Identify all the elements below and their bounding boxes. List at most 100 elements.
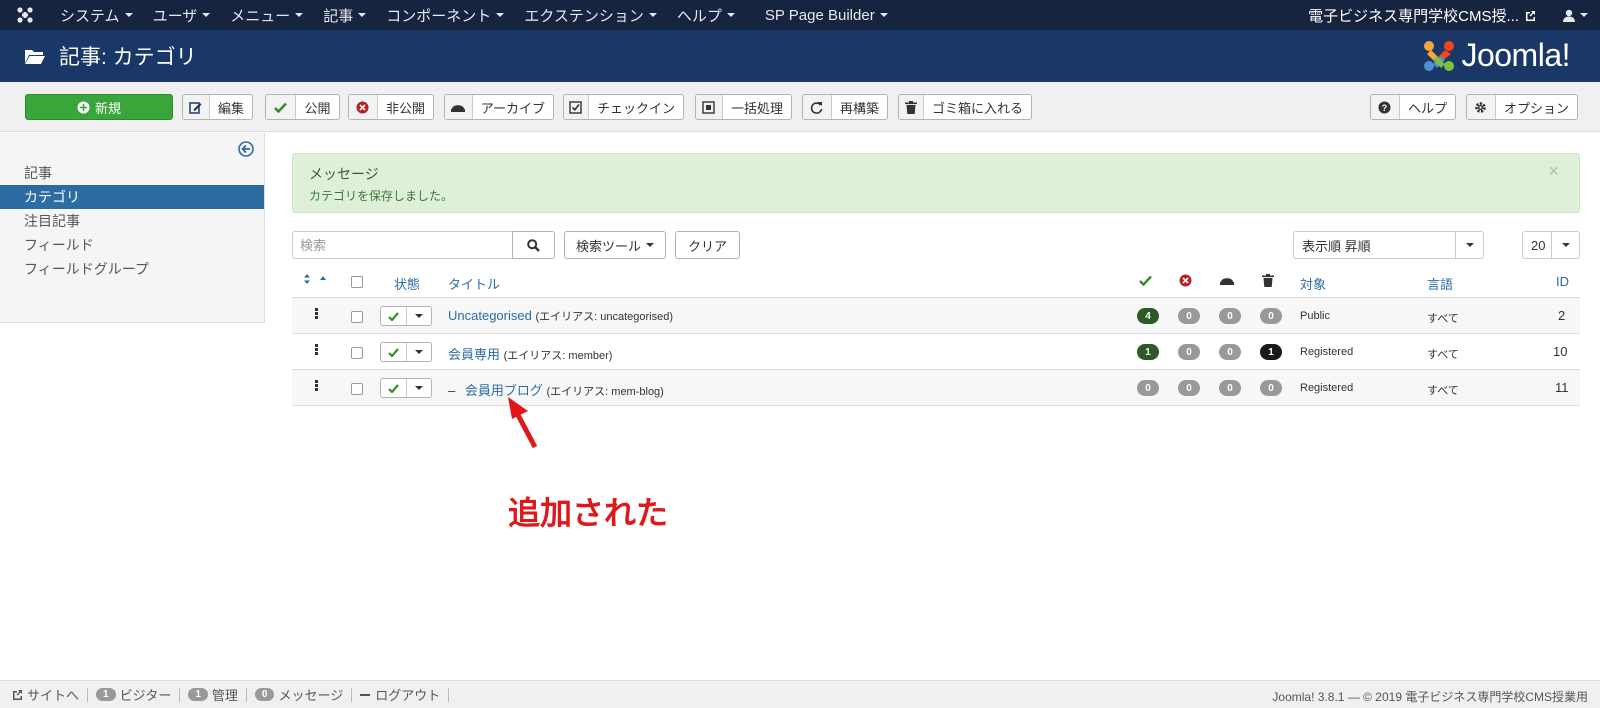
th-access[interactable]: 対象 xyxy=(1300,274,1326,293)
check-icon[interactable] xyxy=(381,343,407,361)
trashed-count-badge[interactable]: 0 xyxy=(1260,308,1282,324)
search-input[interactable] xyxy=(292,231,513,259)
table-row: 会員専用 (エイリアス: member) 1 0 0 1 Registered … xyxy=(292,334,1580,370)
status-toggle[interactable] xyxy=(380,306,432,326)
th-language[interactable]: 言語 xyxy=(1427,274,1453,293)
site-link[interactable]: 電子ビジネス専門学校CMS授... xyxy=(1308,5,1550,26)
unpublished-count-badge[interactable]: 0 xyxy=(1178,380,1200,396)
chevron-down-icon[interactable] xyxy=(407,379,431,397)
visitors-link[interactable]: 1 ビジター xyxy=(88,687,181,703)
chevron-down-icon xyxy=(202,13,211,17)
menu-system[interactable]: システム xyxy=(50,0,143,30)
help-button[interactable]: ? ヘルプ xyxy=(1370,94,1456,120)
drag-handle-icon[interactable] xyxy=(315,344,319,356)
edit-button[interactable]: 編集 xyxy=(182,94,253,120)
sidebar-toggle[interactable] xyxy=(238,141,254,160)
th-title[interactable]: タイトル xyxy=(448,274,500,293)
drag-handle-icon[interactable] xyxy=(315,308,319,320)
menu-help[interactable]: ヘルプ xyxy=(667,0,745,30)
th-trashed-icon[interactable] xyxy=(1262,274,1274,290)
svg-text:?: ? xyxy=(1382,103,1388,113)
menu-components-label: コンポーネント xyxy=(386,7,492,25)
search-tools-button[interactable]: 検索ツール xyxy=(564,231,666,259)
sidebar-item-featured[interactable]: 注目記事 xyxy=(0,209,264,233)
message-heading: メッセージ xyxy=(309,166,379,182)
menu-sp-page-builder-label: SP Page Builder xyxy=(764,6,875,24)
checkin-button[interactable]: チェックイン xyxy=(563,94,684,120)
chevron-down-icon xyxy=(879,13,888,17)
search-button[interactable] xyxy=(512,231,555,259)
sidebar-item-articles[interactable]: 記事 xyxy=(0,161,264,185)
ordering-select[interactable]: 表示順 昇順 xyxy=(1293,231,1484,259)
close-icon[interactable]: × xyxy=(1548,161,1559,182)
archive-button[interactable]: アーカイブ xyxy=(444,94,554,120)
joomla-logo-icon[interactable] xyxy=(0,0,50,30)
sort-ordering-icon[interactable] xyxy=(303,273,329,288)
sidebar-item-field-groups[interactable]: フィールドグループ xyxy=(0,257,264,281)
published-count-badge[interactable]: 1 xyxy=(1137,344,1159,360)
drag-handle-icon[interactable] xyxy=(315,380,319,392)
menu-content-label: 記事 xyxy=(323,7,354,25)
menu-menus[interactable]: メニュー xyxy=(220,0,313,30)
view-site-link[interactable]: サイトへ xyxy=(0,687,89,703)
chevron-down-icon xyxy=(646,243,654,247)
row-checkbox[interactable] xyxy=(351,347,363,359)
th-published-icon[interactable] xyxy=(1139,274,1152,289)
chevron-down-icon[interactable] xyxy=(407,307,431,325)
messages-count-badge: 0 xyxy=(254,688,275,701)
logout-link[interactable]: ログアウト xyxy=(352,687,450,703)
sidebar-item-fields[interactable]: フィールド xyxy=(0,233,264,257)
status-toggle[interactable] xyxy=(380,378,432,398)
check-icon[interactable] xyxy=(381,307,407,325)
unpublished-count-badge[interactable]: 0 xyxy=(1178,344,1200,360)
menu-users[interactable]: ユーザ xyxy=(143,0,221,30)
logout-label: ログアウト xyxy=(375,688,441,703)
messages-link[interactable]: 0 メッセージ xyxy=(247,687,353,703)
published-count-badge[interactable]: 0 xyxy=(1137,380,1159,396)
archived-count-badge[interactable]: 0 xyxy=(1219,380,1241,396)
publish-button[interactable]: 公開 xyxy=(265,94,340,120)
menu-content[interactable]: 記事 xyxy=(313,0,376,30)
unpublish-button[interactable]: 非公開 xyxy=(348,94,434,120)
chevron-down-icon[interactable] xyxy=(407,343,431,361)
success-message: メッセージ カテゴリを保存しました。 × xyxy=(292,153,1580,213)
sidebar-item-categories[interactable]: カテゴリ xyxy=(0,185,264,209)
limit-select[interactable]: 20 xyxy=(1522,231,1580,259)
language: すべて xyxy=(1427,385,1459,397)
th-status[interactable]: 状態 xyxy=(394,274,420,293)
category-title-link[interactable]: Uncategorised xyxy=(448,308,532,323)
published-count-badge[interactable]: 4 xyxy=(1137,308,1159,324)
menu-extensions[interactable]: エクステンション xyxy=(514,0,667,30)
category-title-link[interactable]: 会員専用 xyxy=(448,347,500,362)
ordering-value: 表示順 昇順 xyxy=(1302,238,1371,254)
options-button[interactable]: オプション xyxy=(1466,94,1578,120)
status-toggle[interactable] xyxy=(380,342,432,362)
select-all-checkbox[interactable] xyxy=(351,276,363,288)
trashed-count-badge[interactable]: 0 xyxy=(1260,380,1282,396)
table-header: 状態 タイトル 対象 言語 ID xyxy=(292,265,1580,298)
th-id[interactable]: ID xyxy=(1556,274,1569,289)
menu-components[interactable]: コンポーネント xyxy=(376,0,514,30)
trashed-count-badge[interactable]: 1 xyxy=(1260,344,1282,360)
row-checkbox[interactable] xyxy=(351,383,363,395)
chevron-down-icon xyxy=(295,13,304,17)
new-button[interactable]: 新規 xyxy=(25,94,173,120)
user-menu[interactable] xyxy=(1550,9,1600,22)
unpublished-count-badge[interactable]: 0 xyxy=(1178,308,1200,324)
category-alias: (エイリアス: member) xyxy=(503,350,613,362)
archived-count-badge[interactable]: 0 xyxy=(1219,308,1241,324)
menu-sp-page-builder[interactable]: SP Page Builder xyxy=(755,0,898,30)
batch-button[interactable]: 一括処理 xyxy=(695,94,792,120)
admins-link[interactable]: 1 管理 xyxy=(180,687,247,703)
trash-button[interactable]: ゴミ箱に入れる xyxy=(898,94,1032,120)
language: すべて xyxy=(1427,313,1459,325)
clear-button[interactable]: クリア xyxy=(675,231,740,259)
th-unpublished-icon[interactable] xyxy=(1179,274,1192,290)
check-icon[interactable] xyxy=(381,379,407,397)
th-archived-icon[interactable] xyxy=(1220,274,1234,289)
rebuild-button[interactable]: 再構築 xyxy=(802,94,888,120)
menu-menus-label: メニュー xyxy=(230,7,291,25)
row-checkbox[interactable] xyxy=(351,311,363,323)
trash-button-label: ゴミ箱に入れる xyxy=(931,100,1023,116)
archived-count-badge[interactable]: 0 xyxy=(1219,344,1241,360)
